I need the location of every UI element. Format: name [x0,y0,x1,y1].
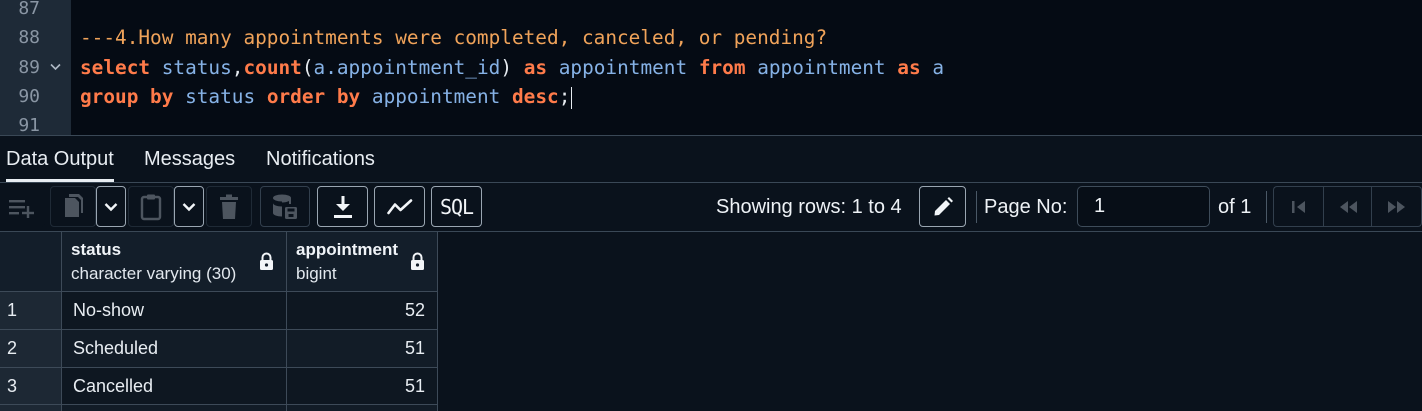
chevron-down-icon [182,202,196,211]
code-line-87: 87 [0,0,1422,23]
cell-status[interactable]: Cancelled [62,368,287,405]
output-tabs: Data Output Messages Notifications [0,136,1422,182]
page-number-label: Page No: [984,196,1068,218]
column-name: status [71,240,122,259]
column-name: appointment [296,240,398,259]
data-output-toolbar: SQL Showing rows: 1 to 4 Page No: 1 of 1 [0,183,1422,231]
download-icon [333,195,352,218]
sql-select-statement: select status,count(a.appointment_id) as… [80,56,944,79]
row-number[interactable]: 2 [0,330,62,368]
sql-comment: ---4.How many appointments were complete… [80,26,828,49]
cell-appointment[interactable]: 51 [287,330,438,368]
page-number-input[interactable]: 1 [1077,186,1210,227]
save-data-button[interactable] [260,186,310,227]
graph-icon [386,198,412,214]
next-page-icon [1387,200,1405,213]
paste-options-dropdown[interactable] [174,186,204,227]
row-number[interactable] [0,405,62,411]
sql-button[interactable]: SQL [431,186,482,227]
pencil-icon [934,196,953,215]
column-header-appointment[interactable]: appointment bigint [287,232,438,292]
tab-messages[interactable]: Messages [144,136,235,182]
toolbar-separator [1266,191,1267,223]
download-button[interactable] [317,186,368,227]
copy-options-dropdown[interactable] [96,186,126,227]
next-page-button[interactable] [1372,186,1422,227]
lock-icon [411,252,424,270]
add-row-button[interactable] [0,186,45,227]
paste-button[interactable] [128,186,174,227]
save-data-icon [273,194,297,219]
lock-icon [260,252,273,270]
previous-page-button[interactable] [1323,186,1372,227]
sql-group-order-clause: group by status order by appointment des… [80,85,573,109]
grid-corner-cell[interactable] [0,232,62,292]
cell-status[interactable]: Scheduled [62,330,287,368]
code-line-88: 88 ---4.How many appointments were compl… [0,23,1422,52]
add-row-icon [8,199,34,218]
copy-icon [65,193,83,217]
line-number: 91 [18,115,40,135]
row-number[interactable]: 1 [0,292,62,330]
delete-row-button[interactable] [206,186,252,227]
code-line-90: 90 group by status order by appointment … [0,82,1422,111]
rows-count-label: Showing rows: 1 to 4 [716,196,902,218]
fold-chevron-icon[interactable] [50,53,61,82]
cell-status[interactable]: No-show [62,292,287,330]
toolbar-separator [976,191,977,223]
column-header-status[interactable]: status character varying (30) [62,232,287,292]
previous-page-icon [1339,200,1357,213]
delete-icon [220,194,238,219]
line-number: 88 [18,27,40,48]
tab-notifications[interactable]: Notifications [266,136,375,182]
column-type: character varying (30) [71,264,237,283]
row-number[interactable]: 3 [0,368,62,405]
text-caret [571,86,573,109]
cell-status[interactable] [62,405,287,411]
code-line-91: 91 [0,111,1422,135]
line-number: 90 [18,86,40,107]
graph-visualiser-button[interactable] [374,186,425,227]
sql-icon: SQL [439,194,474,219]
first-page-button[interactable] [1273,186,1323,227]
paste-icon [140,194,162,220]
cell-appointment[interactable]: 52 [287,292,438,330]
tab-data-output[interactable]: Data Output [6,136,114,182]
page-total-label: of 1 [1218,196,1252,218]
edit-row-limit-button[interactable] [919,186,966,227]
chevron-down-icon [104,202,118,211]
cell-appointment[interactable]: 51 [287,368,438,405]
first-page-icon [1291,200,1305,213]
code-line-89: 89 select status,count(a.appointment_id)… [0,53,1422,82]
sql-editor[interactable]: 87 88 ---4.How many appointments were co… [0,0,1422,135]
line-number: 87 [18,0,40,19]
column-type: bigint [296,264,337,283]
copy-button[interactable] [50,186,96,227]
line-number: 89 [18,57,40,78]
cell-appointment[interactable] [287,405,438,411]
